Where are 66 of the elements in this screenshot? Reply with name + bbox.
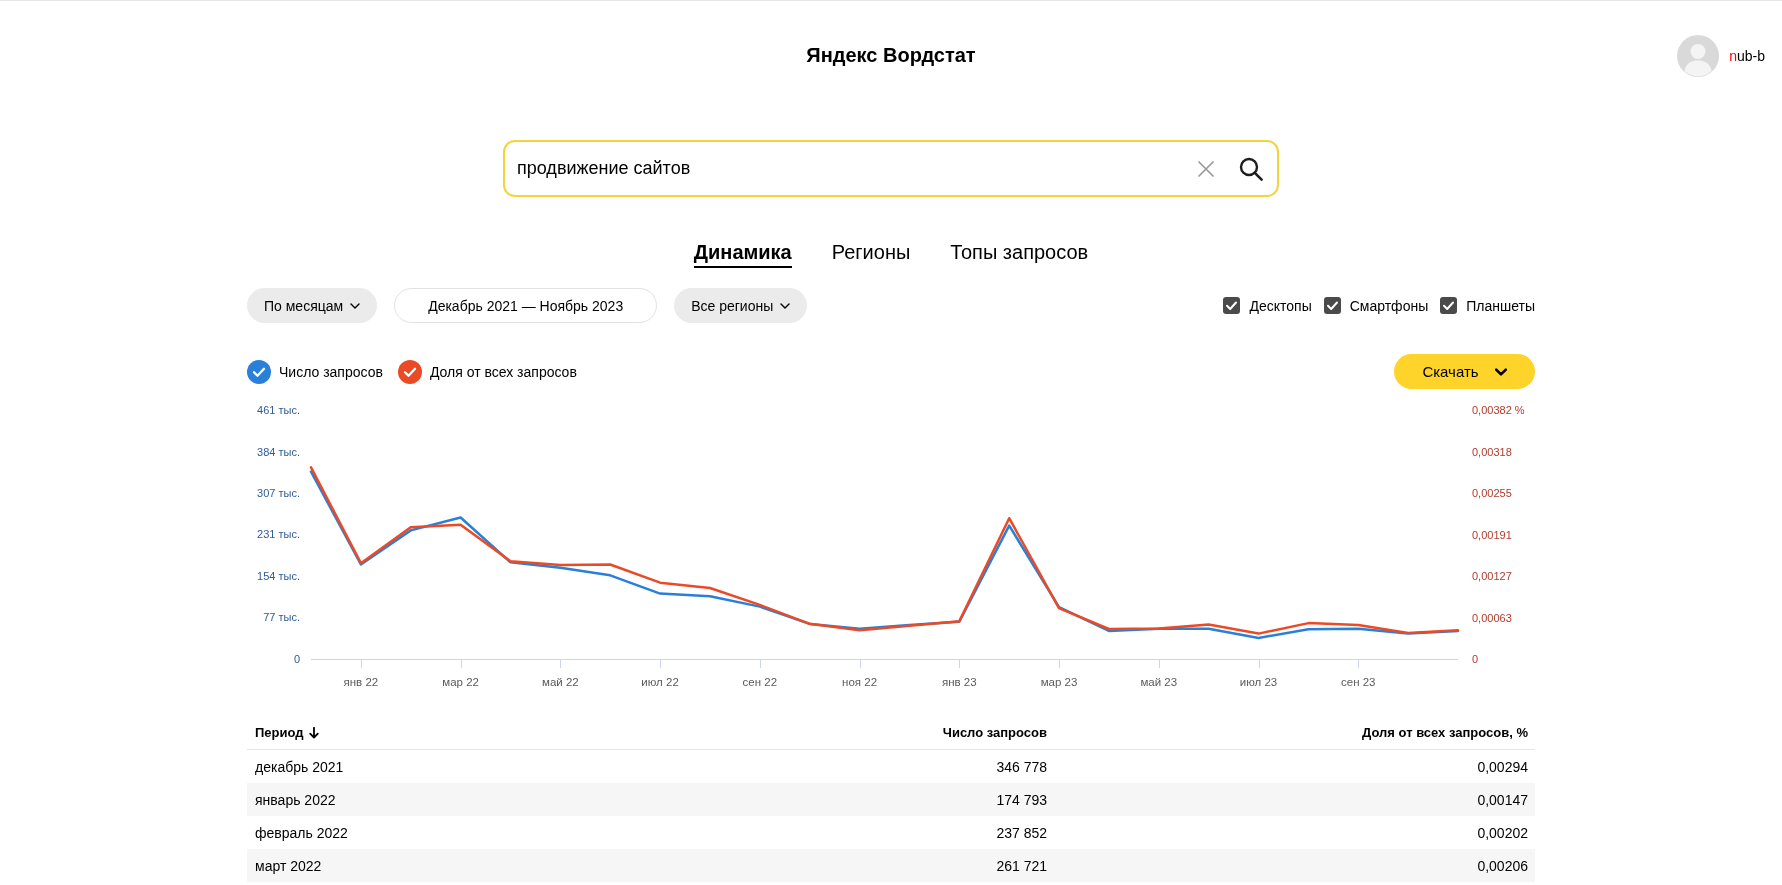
axis-label: июл 22 <box>641 676 679 688</box>
legend-label: Доля от всех запросов <box>429 363 577 380</box>
checkbox-label: Десктопы <box>1249 297 1312 314</box>
table-cell-text: 0,00202 <box>1476 823 1529 843</box>
axis-label: 384 тыс. <box>257 445 300 458</box>
axis-label: 0 <box>1472 653 1479 665</box>
axis-label: ноя 22 <box>842 676 878 688</box>
tab[interactable]: Регионы <box>831 238 911 268</box>
table-cell: 261 721 <box>647 849 1054 882</box>
table-cell: 0,00206 <box>1054 849 1535 882</box>
checkbox-label: Планшеты <box>1466 297 1535 314</box>
column-header[interactable]: Период <box>247 716 647 750</box>
legend-label: Число запросов <box>279 363 383 380</box>
search-field[interactable]: продвижение сайтов <box>503 140 1279 197</box>
axis-label: май 23 <box>1140 676 1178 688</box>
date-range-button[interactable]: Декабрь 2021 — Ноябрь 2023 <box>394 288 658 323</box>
table-cell: 174 793 <box>647 783 1054 816</box>
legend-checkbox[interactable] <box>397 359 422 384</box>
axis-label: сен 23 <box>1341 676 1376 688</box>
table-cell: 0,00147 <box>1054 783 1535 816</box>
chevron-down-icon <box>1494 367 1507 376</box>
axis-label: 0,00255 <box>1472 486 1512 499</box>
checkbox[interactable] <box>1223 297 1241 314</box>
app-title: Яндекс Вордстат <box>806 44 976 67</box>
axis-label: 0,00318 <box>1472 445 1512 458</box>
axis-label: май 22 <box>542 676 579 688</box>
legend-checkbox[interactable] <box>247 359 271 384</box>
chevron-down-icon <box>350 302 361 309</box>
close-icon[interactable] <box>1198 160 1214 177</box>
checkbox[interactable] <box>1323 297 1341 314</box>
table-cell-text: 237 852 <box>995 823 1048 843</box>
axis-label: 461 тыс. <box>257 404 300 416</box>
axis-label: 231 тыс. <box>257 528 300 541</box>
axis-label: 0 <box>293 653 300 665</box>
column-header[interactable]: Доля от всех запросов, % <box>1054 716 1535 750</box>
axis-label: 0,00382 % <box>1472 404 1525 416</box>
column-header[interactable]: Число запросов <box>647 716 1054 750</box>
download-button[interactable]: Скачать <box>1394 354 1535 389</box>
axis-label: июл 23 <box>1239 676 1278 688</box>
axis-label: 154 тыс. <box>257 569 300 582</box>
axis-label: мар 23 <box>1040 676 1078 688</box>
dropdown-button[interactable]: По месяцам <box>247 288 378 323</box>
checkbox-label: Смартфоны <box>1349 297 1429 314</box>
axis-label: мар 22 <box>442 676 479 688</box>
arrow-down-icon <box>308 726 319 739</box>
axis-label: 0,00063 <box>1472 611 1512 624</box>
tab[interactable]: Топы запросов <box>950 238 1089 268</box>
dropdown-button[interactable]: Все регионы <box>674 288 808 323</box>
chevron-down-icon <box>780 302 791 309</box>
table-cell: март 2022 <box>247 849 647 882</box>
axis-label: янв 23 <box>941 676 977 688</box>
axis-label: сен 22 <box>742 676 778 688</box>
search-icon[interactable] <box>1239 156 1263 181</box>
table-cell-text: 0,00294 <box>1476 757 1529 777</box>
table-cell-text: 346 778 <box>995 757 1048 777</box>
table-cell: январь 2022 <box>247 783 647 816</box>
axis-label: 0,00191 <box>1472 528 1512 541</box>
axis-label: янв 22 <box>343 676 379 688</box>
axis-label: 0,00127 <box>1472 570 1512 583</box>
table-cell-text: декабрь 2021 <box>254 757 345 777</box>
tab[interactable]: Динамика <box>693 238 792 268</box>
axis-label: 77 тыс. <box>263 611 300 624</box>
checkbox[interactable] <box>1440 297 1458 314</box>
axis-label: 307 тыс. <box>257 487 300 500</box>
table-cell-text: февраль 2022 <box>254 823 349 843</box>
user-login[interactable]: nub-b <box>1729 47 1765 64</box>
